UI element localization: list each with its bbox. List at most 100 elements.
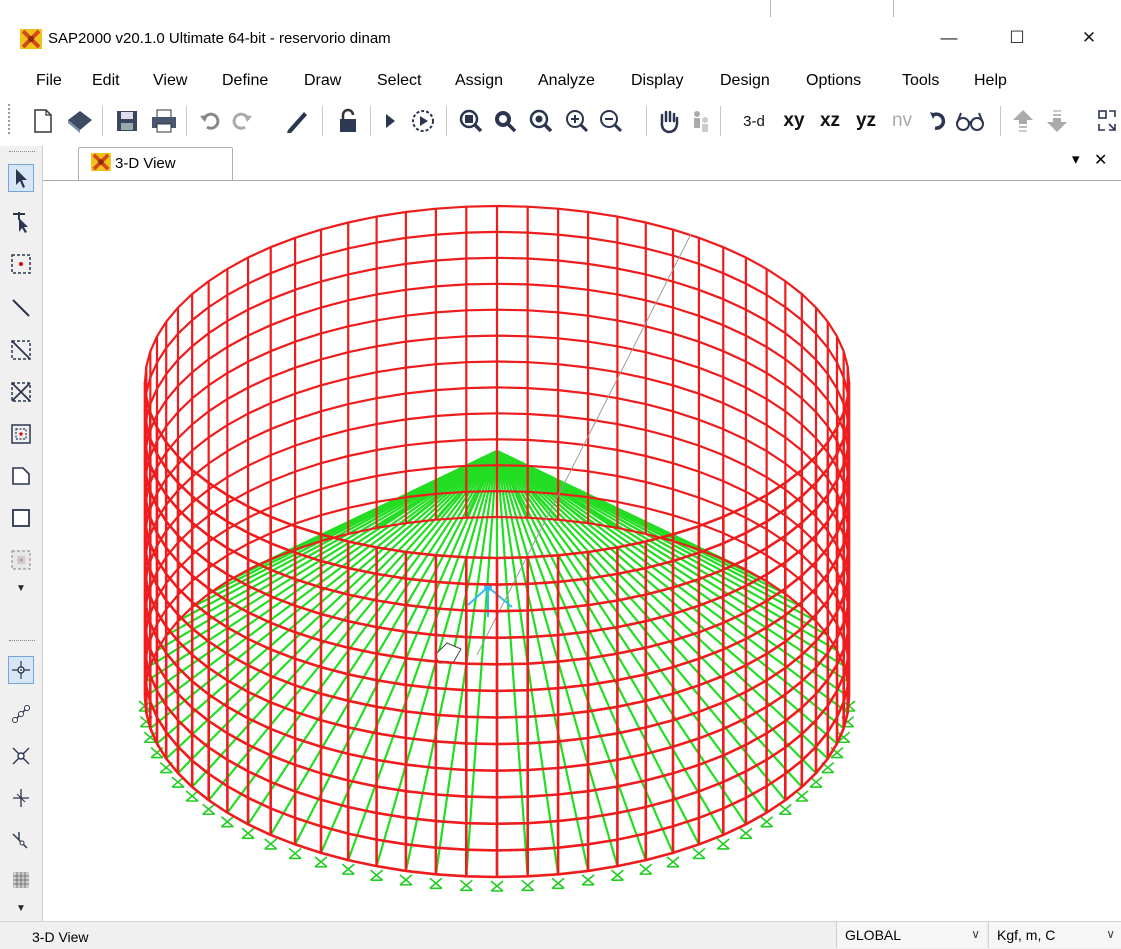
quick-area-icon bbox=[11, 550, 31, 570]
global-axes-icon bbox=[434, 233, 692, 664]
snap-edges-icon bbox=[12, 832, 28, 849]
menu-draw[interactable]: Draw bbox=[304, 72, 341, 90]
snap-perpendicular-icon bbox=[13, 789, 29, 807]
model-view-canvas[interactable] bbox=[43, 181, 1121, 921]
tab-close-button[interactable]: ✕ bbox=[1094, 150, 1107, 170]
pan-button[interactable] bbox=[654, 106, 684, 136]
view-nv-button[interactable]: nv bbox=[888, 106, 916, 136]
pointer-select-button[interactable] bbox=[8, 164, 34, 192]
fixed-support-icon bbox=[521, 879, 535, 892]
zoom-out-button[interactable] bbox=[596, 106, 626, 136]
view-yz-button[interactable]: yz bbox=[851, 106, 881, 136]
status-view-label: 3-D View bbox=[32, 929, 89, 945]
rubber-band-button[interactable] bbox=[688, 106, 714, 136]
tab-dropdown-button[interactable]: ▾ bbox=[1072, 150, 1080, 168]
view-tab-logo-icon bbox=[91, 153, 111, 175]
brace-box-icon bbox=[11, 340, 31, 360]
snap-intersections-button[interactable] bbox=[8, 742, 34, 770]
menu-design[interactable]: Design bbox=[720, 72, 770, 90]
zoom-previous-button[interactable] bbox=[526, 106, 556, 136]
chevron-down-icon: ▼ bbox=[16, 902, 26, 914]
view-xy-button[interactable]: xy bbox=[779, 106, 809, 136]
run-now-button[interactable] bbox=[408, 106, 438, 136]
move-up-button[interactable] bbox=[1008, 106, 1038, 136]
run-analysis-button[interactable] bbox=[378, 106, 402, 136]
refresh-window-button[interactable] bbox=[282, 106, 312, 136]
open-button[interactable] bbox=[64, 106, 96, 136]
redo-button[interactable] bbox=[228, 106, 256, 136]
printer-icon bbox=[152, 109, 176, 133]
menu-options[interactable]: Options bbox=[806, 72, 861, 90]
menu-analyze[interactable]: Analyze bbox=[538, 72, 595, 90]
floor-radial-frame bbox=[496, 450, 829, 760]
units-select[interactable]: Kgf, m, C ∨ bbox=[988, 922, 1121, 948]
zoom-in-button[interactable] bbox=[562, 106, 592, 136]
minimize-button[interactable]: — bbox=[926, 18, 972, 58]
menu-edit[interactable]: Edit bbox=[92, 72, 120, 90]
fixed-support-icon bbox=[551, 877, 565, 890]
view-xz-button[interactable]: xz bbox=[815, 106, 845, 136]
joint-box-icon bbox=[11, 254, 31, 274]
menu-assign[interactable]: Assign bbox=[455, 72, 503, 90]
rotate-icon bbox=[930, 112, 946, 130]
draw-joint-button[interactable] bbox=[8, 250, 34, 278]
fixed-support-icon bbox=[185, 790, 199, 802]
view-3d-button[interactable]: 3-d bbox=[738, 106, 770, 136]
left-toolbar-overflow-button[interactable]: ▼ bbox=[8, 578, 34, 598]
reservoir-model-drawing bbox=[138, 204, 856, 892]
print-button[interactable] bbox=[148, 106, 180, 136]
zoom-out-icon bbox=[600, 110, 623, 133]
fine-grid-icon bbox=[13, 872, 29, 888]
menu-display[interactable]: Display bbox=[631, 72, 683, 90]
people-icon bbox=[694, 111, 708, 132]
draw-brace-button[interactable] bbox=[8, 336, 34, 364]
zoom-window-button[interactable] bbox=[456, 106, 486, 136]
snap-perpendicular-button[interactable] bbox=[8, 784, 34, 812]
draw-x-brace-button[interactable] bbox=[8, 378, 34, 406]
fixed-support-icon bbox=[370, 869, 384, 881]
zoom-window-icon bbox=[459, 109, 483, 133]
section-box-icon bbox=[11, 424, 31, 444]
arrow-down-icon bbox=[1047, 110, 1067, 132]
fixed-support-icon bbox=[314, 856, 328, 868]
fixed-support-icon bbox=[639, 863, 653, 875]
snap-lines-button[interactable] bbox=[8, 826, 34, 854]
menu-select[interactable]: Select bbox=[377, 72, 421, 90]
close-button[interactable]: ✕ bbox=[1066, 18, 1112, 58]
left-toolbar-grip bbox=[9, 151, 35, 154]
grid-arrows-icon bbox=[1097, 110, 1116, 131]
lock-button[interactable] bbox=[334, 106, 362, 136]
snap-ends-button[interactable] bbox=[8, 700, 34, 728]
run-circle-icon bbox=[412, 110, 434, 132]
tab-label: 3-D View bbox=[115, 155, 176, 172]
close-icon: ✕ bbox=[1081, 28, 1097, 47]
left-toolbar-overflow-button-2[interactable]: ▼ bbox=[8, 900, 34, 916]
draw-frame-button[interactable] bbox=[8, 294, 34, 322]
maximize-button[interactable]: ☐ bbox=[994, 18, 1040, 58]
new-model-button[interactable] bbox=[28, 106, 58, 136]
save-button[interactable] bbox=[112, 106, 142, 136]
draw-poly-area-button[interactable] bbox=[8, 462, 34, 490]
snap-fine-grid-button[interactable] bbox=[8, 866, 34, 894]
save-icon bbox=[117, 111, 137, 131]
zoom-extents-button[interactable] bbox=[490, 106, 520, 136]
perspective-toggle-button[interactable] bbox=[954, 106, 986, 136]
fixed-support-icon bbox=[429, 877, 443, 890]
rotate-view-button[interactable] bbox=[924, 106, 952, 136]
snap-points-button[interactable] bbox=[8, 656, 34, 684]
open-model-icon bbox=[68, 111, 92, 133]
display-options-button[interactable] bbox=[1090, 106, 1121, 136]
menu-file[interactable]: File bbox=[36, 72, 62, 90]
menu-view[interactable]: View bbox=[153, 72, 187, 90]
reshaper-button[interactable] bbox=[8, 208, 34, 236]
quick-draw-area-button[interactable] bbox=[8, 546, 34, 574]
undo-button[interactable] bbox=[196, 106, 224, 136]
draw-section-cut-button[interactable] bbox=[8, 420, 34, 448]
menu-define[interactable]: Define bbox=[222, 72, 268, 90]
menu-tools[interactable]: Tools bbox=[902, 72, 939, 90]
coordinate-system-select[interactable]: GLOBAL ∨ bbox=[836, 922, 986, 948]
draw-rect-area-button[interactable] bbox=[8, 504, 34, 532]
menu-help[interactable]: Help bbox=[974, 72, 1007, 90]
move-down-button[interactable] bbox=[1042, 106, 1072, 136]
fixed-support-icon bbox=[692, 847, 706, 860]
